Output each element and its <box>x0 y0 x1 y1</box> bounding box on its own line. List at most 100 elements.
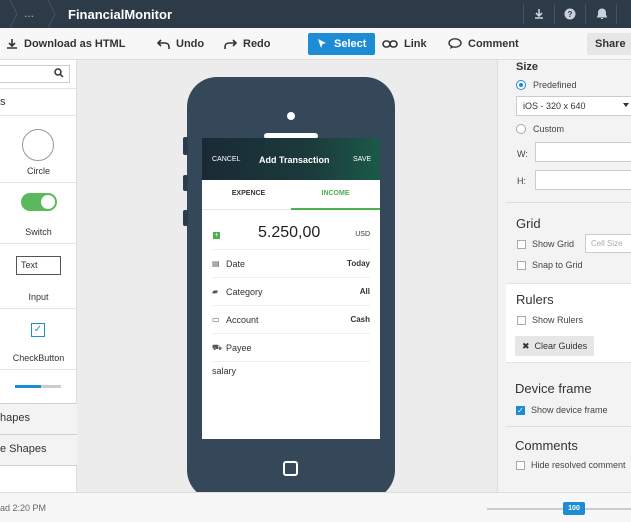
download-icon <box>6 38 18 50</box>
slider-widget-preview[interactable] <box>15 385 61 388</box>
zoom-slider-handle[interactable]: 100 <box>563 502 585 515</box>
switch-widget-preview[interactable] <box>21 193 57 211</box>
divider <box>0 115 77 116</box>
input-widget-preview[interactable]: Text <box>16 256 61 275</box>
show-grid-checkbox[interactable] <box>517 239 526 249</box>
undo-icon <box>157 38 170 50</box>
predefined-radio[interactable] <box>516 80 526 90</box>
download-icon[interactable] <box>531 6 547 22</box>
hide-resolved-toggle[interactable]: Hide resolved comment <box>516 460 626 470</box>
divider <box>0 243 77 244</box>
design-canvas[interactable]: CANCEL Add Transaction SAVE EXPENCE INCO… <box>77 60 497 500</box>
show-rulers-label: Show Rulers <box>532 315 584 325</box>
more-shapes-section-header[interactable]: e Shapes <box>0 435 77 465</box>
tab-expence[interactable]: EXPENCE <box>204 190 293 197</box>
search-input[interactable] <box>0 65 70 83</box>
status-bar: ad 2:20 PM 100 <box>0 492 631 522</box>
link-label: Link <box>404 38 427 50</box>
show-grid-label: Show Grid <box>532 239 575 249</box>
device-preset-value: iOS - 320 x 640 <box>523 101 586 111</box>
show-device-frame-checkbox[interactable]: ✓ <box>516 405 525 415</box>
width-input[interactable] <box>535 142 631 162</box>
save-button[interactable]: SAVE <box>353 156 371 163</box>
notifications-bell-icon[interactable] <box>594 6 610 22</box>
snap-to-grid-toggle[interactable]: Snap to Grid <box>517 260 583 270</box>
share-button[interactable]: Share <box>587 33 631 55</box>
clear-guides-button[interactable]: ✖ Clear Guides <box>515 336 595 356</box>
link-tool-button[interactable]: Link <box>382 33 427 55</box>
select-label: Select <box>334 38 367 50</box>
rulers-heading: Rulers <box>516 292 554 307</box>
checkbutton-widget-label: CheckButton <box>12 353 65 363</box>
device-frame-heading: Device frame <box>515 381 592 396</box>
divider <box>0 465 77 466</box>
project-title[interactable]: FinancialMonitor <box>68 7 172 22</box>
redo-button[interactable]: Redo <box>224 33 271 55</box>
show-grid-toggle[interactable]: Show Grid <box>517 239 574 249</box>
hide-resolved-checkbox[interactable] <box>516 460 525 470</box>
cancel-button[interactable]: CANCEL <box>212 156 240 163</box>
payee-label: Payee <box>226 342 252 353</box>
redo-label: Redo <box>243 38 271 50</box>
tab-income[interactable]: INCOME <box>291 190 380 210</box>
payee-row[interactable]: ⛟ Payee <box>212 334 370 362</box>
zoom-slider-track[interactable] <box>487 508 631 510</box>
divider <box>506 202 631 203</box>
top-bar: ... FinancialMonitor ? <box>0 0 631 28</box>
rulers-section: Rulers Show Rulers ✖ Clear Guides <box>506 283 631 363</box>
share-label: Share <box>595 38 626 50</box>
section-label[interactable]: s <box>0 96 6 108</box>
show-device-frame-toggle[interactable]: ✓ Show device frame <box>516 405 608 415</box>
shapes-section-label: hapes <box>0 412 30 424</box>
divider <box>585 4 586 24</box>
predefined-option[interactable]: Predefined <box>516 80 577 90</box>
select-tool-button[interactable]: Select <box>308 33 376 55</box>
undo-button[interactable]: Undo <box>157 33 204 55</box>
account-value: Cash <box>350 315 370 324</box>
date-row[interactable]: ▤ Date Today <box>212 250 370 278</box>
category-label: Category <box>226 286 263 297</box>
plus-icon: + <box>213 232 220 239</box>
custom-radio[interactable] <box>516 124 526 134</box>
currency-label: USD <box>355 231 370 238</box>
divider <box>523 4 524 24</box>
snap-to-grid-checkbox[interactable] <box>517 260 526 270</box>
category-value: All <box>359 287 370 296</box>
custom-option[interactable]: Custom <box>516 124 564 134</box>
download-html-button[interactable]: Download as HTML <box>6 33 125 55</box>
circle-widget-preview[interactable] <box>22 129 54 161</box>
checkbutton-widget-preview[interactable]: ✓ <box>31 323 45 337</box>
saved-status-text: ad 2:20 PM <box>0 503 47 513</box>
input-widget-label: Input <box>28 292 49 302</box>
chevron-down-icon <box>623 103 629 107</box>
screen-header: CANCEL Add Transaction SAVE <box>202 138 380 180</box>
note-text[interactable]: salary <box>212 366 236 376</box>
breadcrumb-more[interactable]: ... <box>24 6 34 20</box>
cursor-icon <box>317 38 328 50</box>
transaction-type-tabs: EXPENCE INCOME <box>202 180 380 210</box>
download-html-label: Download as HTML <box>24 38 126 50</box>
phone-screen[interactable]: CANCEL Add Transaction SAVE EXPENCE INCO… <box>202 138 380 439</box>
search-icon[interactable] <box>54 68 64 81</box>
amount-value[interactable]: 5.250,00 <box>258 224 320 242</box>
phone-camera <box>287 112 295 120</box>
folder-icon: ▰ <box>212 287 219 296</box>
circle-widget-label: Circle <box>26 166 50 176</box>
svg-text:?: ? <box>568 10 573 19</box>
calendar-icon: ▤ <box>212 259 220 268</box>
cell-size-input[interactable]: Cell Size <box>585 234 631 253</box>
link-icon <box>382 39 398 49</box>
hide-resolved-label: Hide resolved comment <box>531 460 626 470</box>
divider <box>0 182 77 183</box>
comment-tool-button[interactable]: Comment <box>448 33 519 55</box>
show-rulers-checkbox[interactable] <box>517 315 526 325</box>
phone-side-button <box>183 210 188 226</box>
height-input[interactable] <box>535 170 631 190</box>
size-heading: Size <box>516 61 539 73</box>
device-preset-select[interactable]: iOS - 320 x 640 <box>516 96 631 116</box>
account-row[interactable]: ▭ Account Cash <box>212 306 370 334</box>
help-icon[interactable]: ? <box>562 6 578 22</box>
show-rulers-toggle[interactable]: Show Rulers <box>517 315 583 325</box>
shapes-section-header[interactable]: hapes <box>0 404 77 434</box>
category-row[interactable]: ▰ Category All <box>212 278 370 306</box>
